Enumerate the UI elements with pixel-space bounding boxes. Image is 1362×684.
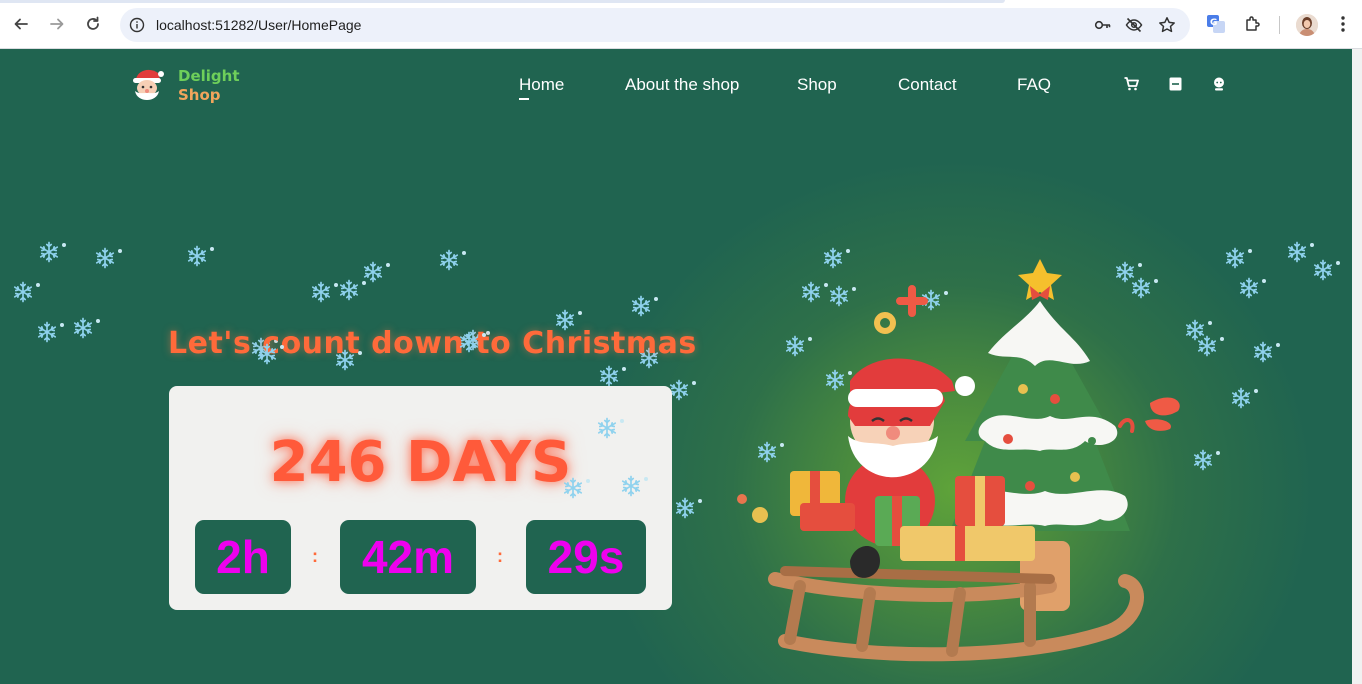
snowflake-icon (674, 497, 696, 519)
site-info-icon[interactable] (128, 16, 146, 34)
snowflake-icon (630, 295, 652, 317)
profile-avatar[interactable] (1296, 14, 1318, 36)
snowflake-icon (72, 317, 94, 339)
nav-item-faq[interactable]: FAQ (1017, 75, 1051, 95)
snow-sparkle (1276, 343, 1280, 347)
snowflake-icon (620, 475, 642, 497)
snowflake-icon (596, 417, 618, 439)
snow-sparkle (698, 499, 702, 503)
snowflake-icon (362, 261, 384, 283)
extensions-icon[interactable] (1242, 13, 1264, 35)
snow-sparkle (1208, 321, 1212, 325)
eye-off-icon[interactable] (1125, 16, 1143, 34)
santa-sleigh-illustration (737, 259, 1180, 662)
url-text[interactable]: localhost:51282/User/HomePage (156, 17, 361, 33)
santa-logo-icon (133, 69, 164, 100)
user-icon[interactable] (1211, 76, 1227, 92)
hero-section: Delight Shop Home About the shop Shop Co… (0, 49, 1352, 684)
svg-text:G: G (1210, 18, 1217, 28)
snowflake-icon (438, 249, 460, 271)
snowflake-icon (1230, 387, 1252, 409)
cart-icon[interactable] (1123, 76, 1139, 92)
snow-sparkle (358, 351, 362, 355)
brand-name-line1: Delight (178, 67, 240, 85)
snowflake-icon (338, 279, 360, 301)
back-arrow-icon[interactable] (9, 12, 33, 36)
menu-kebab-icon[interactable] (1332, 13, 1354, 35)
toolbar-separator (1279, 16, 1280, 34)
countdown-days: 246 DAYS (269, 430, 572, 495)
snow-sparkle (1248, 249, 1252, 253)
snowflake-icon (1238, 277, 1260, 299)
snowflake-icon (1286, 241, 1308, 263)
snow-sparkle (620, 419, 624, 423)
snow-sparkle (280, 345, 284, 349)
countdown-headline: Let's count down to Christmas (168, 326, 697, 361)
brand-logo[interactable]: Delight Shop (128, 63, 248, 109)
address-bar[interactable]: localhost:51282/User/HomePage (120, 8, 1190, 42)
snowflake-icon (310, 281, 332, 303)
snowflake-icon (256, 343, 278, 365)
snow-sparkle (644, 477, 648, 481)
snowflake-icon (12, 281, 34, 303)
reload-icon[interactable] (81, 12, 105, 36)
snow-sparkle (1216, 451, 1220, 455)
snow-sparkle (60, 323, 64, 327)
snow-sparkle (1336, 261, 1340, 265)
forward-arrow-icon[interactable] (45, 12, 69, 36)
nav-item-contact[interactable]: Contact (898, 75, 957, 95)
snowflake-icon (458, 331, 480, 353)
snowflake-icon (94, 247, 116, 269)
countdown-hours: 2h (195, 520, 291, 594)
time-separator: : (497, 546, 503, 566)
snow-sparkle (586, 479, 590, 483)
translate-icon[interactable]: G (1205, 13, 1227, 35)
snow-sparkle (692, 381, 696, 385)
snow-sparkle (96, 319, 100, 323)
key-icon[interactable] (1094, 16, 1112, 34)
countdown-seconds: 29s (526, 520, 646, 594)
nav-item-shop[interactable]: Shop (797, 75, 837, 95)
snowflake-icon (562, 477, 584, 499)
snowflake-icon (1224, 247, 1246, 269)
page-scrollbar[interactable] (1352, 49, 1362, 684)
snow-sparkle (462, 251, 466, 255)
star-icon[interactable] (1158, 16, 1176, 34)
snowflake-icon (36, 321, 58, 343)
snow-sparkle (62, 243, 66, 247)
snow-sparkle (1310, 243, 1314, 247)
snow-sparkle (118, 249, 122, 253)
snowflake-icon (38, 241, 60, 263)
snowflake-icon (1312, 259, 1334, 281)
snow-sparkle (1220, 337, 1224, 341)
time-separator: : (312, 546, 318, 566)
snow-sparkle (622, 367, 626, 371)
snow-sparkle (210, 247, 214, 251)
illustration-sleigh (768, 566, 1144, 662)
tab-strip (0, 0, 1005, 3)
browser-toolbar: localhost:51282/User/HomePage G (0, 0, 1362, 49)
brand-name-line2: Shop (178, 86, 221, 104)
snowflake-icon (598, 365, 620, 387)
snow-sparkle (386, 263, 390, 267)
nav-item-home[interactable]: Home (519, 75, 564, 95)
snowflake-icon (186, 245, 208, 267)
snow-sparkle (1262, 279, 1266, 283)
snowflake-icon (1252, 341, 1274, 363)
snow-sparkle (36, 283, 40, 287)
snowflake-icon (334, 349, 356, 371)
nav-item-about[interactable]: About the shop (625, 75, 739, 95)
snow-sparkle (654, 297, 658, 301)
snow-sparkle (482, 333, 486, 337)
document-icon[interactable] (1167, 76, 1183, 92)
nav-active-indicator (519, 98, 529, 100)
snow-sparkle (1254, 389, 1258, 393)
countdown-minutes: 42m (340, 520, 476, 594)
snow-sparkle (578, 311, 582, 315)
